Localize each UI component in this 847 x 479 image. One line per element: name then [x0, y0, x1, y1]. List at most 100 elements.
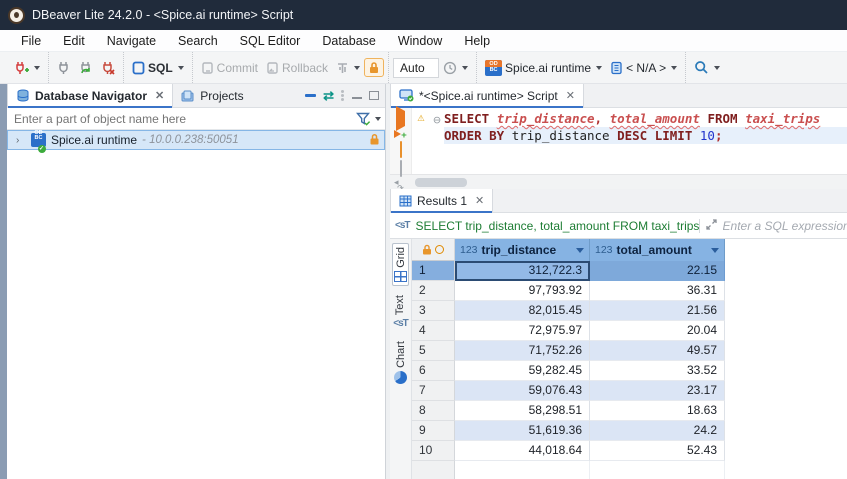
- fold-collapse-icon[interactable]: ⊖: [433, 112, 441, 127]
- menu-window[interactable]: Window: [387, 30, 453, 51]
- table-row[interactable]: 659,282.4533.52: [412, 361, 847, 381]
- expand-chevron-icon[interactable]: ›: [16, 135, 26, 146]
- disconnect-button[interactable]: [97, 58, 119, 78]
- cell-total_amount[interactable]: 36.31: [590, 281, 725, 301]
- object-filter-input[interactable]: [14, 112, 356, 126]
- close-icon[interactable]: ✕: [566, 89, 575, 102]
- column-menu-icon[interactable]: [711, 248, 719, 253]
- new-sql-editor-button[interactable]: SQL: [128, 58, 188, 78]
- sql-editor-icon: [132, 61, 145, 75]
- table-row[interactable]: 951,619.3624.2: [412, 421, 847, 441]
- filter-settings-button[interactable]: [356, 112, 381, 126]
- cell-total_amount[interactable]: 33.52: [590, 361, 725, 381]
- transaction-mode-button[interactable]: [332, 58, 364, 78]
- autocommit-combo[interactable]: Auto: [393, 58, 439, 78]
- menu-file[interactable]: File: [10, 30, 52, 51]
- close-icon[interactable]: ✕: [475, 194, 484, 207]
- cell-trip_distance[interactable]: 71,752.26: [455, 341, 590, 361]
- numeric-type-icon: 123: [460, 244, 478, 256]
- cell-total_amount[interactable]: 20.04: [590, 321, 725, 341]
- row-number[interactable]: 9: [412, 421, 455, 441]
- connection-tree-item[interactable]: › ODBC✓ Spice.ai runtime - 10.0.0.238:50…: [7, 130, 385, 150]
- cell-trip_distance[interactable]: 59,076.43: [455, 381, 590, 401]
- sql-editor[interactable]: + ↷ ⚠ ⊖ SELECT trip_distance, total_amou…: [390, 108, 847, 174]
- search-button[interactable]: [690, 57, 724, 78]
- row-number[interactable]: 2: [412, 281, 455, 301]
- row-number[interactable]: 8: [412, 401, 455, 421]
- collapse-all-icon[interactable]: [305, 94, 316, 97]
- cell-total_amount[interactable]: 24.2: [590, 421, 725, 441]
- row-number[interactable]: 4: [412, 321, 455, 341]
- view-tab-grid[interactable]: Grid: [392, 243, 409, 286]
- row-number[interactable]: 5: [412, 341, 455, 361]
- table-row[interactable]: 382,015.4521.56: [412, 301, 847, 321]
- row-number[interactable]: 7: [412, 381, 455, 401]
- cell-total_amount[interactable]: 52.43: [590, 441, 725, 461]
- cell-total_amount[interactable]: 23.17: [590, 381, 725, 401]
- minimize-view-icon[interactable]: [352, 92, 362, 99]
- execute-script-button[interactable]: [400, 142, 402, 157]
- new-connection-button[interactable]: [10, 57, 44, 78]
- cell-trip_distance[interactable]: 82,015.45: [455, 301, 590, 321]
- cell-trip_distance[interactable]: 72,975.97: [455, 321, 590, 341]
- column-header-trip-distance[interactable]: 123 trip_distance: [455, 239, 590, 261]
- connection-readonly-toggle[interactable]: [364, 58, 384, 77]
- cell-total_amount[interactable]: 18.63: [590, 401, 725, 421]
- editor-horizontal-scrollbar[interactable]: ◂: [390, 174, 847, 189]
- tab-projects[interactable]: Projects: [173, 84, 251, 107]
- table-row[interactable]: 571,752.2649.57: [412, 341, 847, 361]
- view-tab-text[interactable]: Text <sT: [392, 292, 409, 332]
- connect-button[interactable]: [53, 58, 75, 78]
- rollback-button[interactable]: Rollback: [262, 58, 332, 78]
- cell-trip_distance[interactable]: 59,282.45: [455, 361, 590, 381]
- row-number[interactable]: 6: [412, 361, 455, 381]
- close-icon[interactable]: ✕: [155, 89, 164, 102]
- row-number[interactable]: 10: [412, 441, 455, 461]
- view-menu-icon[interactable]: [341, 89, 345, 102]
- results-grid[interactable]: 123 trip_distance 123 total_amount 1312,…: [412, 239, 847, 479]
- menu-sql-editor[interactable]: SQL Editor: [229, 30, 312, 51]
- tab-sql-script[interactable]: *<Spice.ai runtime> Script ✕: [390, 84, 584, 107]
- cell-trip_distance[interactable]: 51,619.36: [455, 421, 590, 441]
- transaction-history-button[interactable]: [439, 58, 472, 78]
- grid-corner-cell[interactable]: [412, 239, 455, 261]
- row-number[interactable]: 3: [412, 301, 455, 321]
- table-row[interactable]: 759,076.4323.17: [412, 381, 847, 401]
- menu-search[interactable]: Search: [167, 30, 229, 51]
- view-tab-chart[interactable]: Chart: [393, 338, 408, 387]
- reconnect-button[interactable]: [75, 58, 97, 78]
- active-connection-selector[interactable]: ODBC Spice.ai runtime: [481, 57, 606, 79]
- cell-trip_distance[interactable]: 97,793.92: [455, 281, 590, 301]
- execute-script-alt-button[interactable]: [400, 161, 402, 176]
- active-schema-selector[interactable]: < N/A >: [606, 58, 681, 78]
- menu-help[interactable]: Help: [453, 30, 501, 51]
- table-row[interactable]: 1044,018.6452.43: [412, 441, 847, 461]
- editor-code-area[interactable]: SELECT trip_distance, total_amount FROM …: [444, 108, 847, 174]
- cell-trip_distance[interactable]: 312,722.3: [455, 261, 590, 281]
- table-row[interactable]: 297,793.9236.31: [412, 281, 847, 301]
- tab-results-1[interactable]: Results 1 ✕: [390, 189, 493, 212]
- sql-expression-input[interactable]: Enter a SQL expression to: [723, 219, 847, 233]
- tab-database-navigator[interactable]: Database Navigator ✕: [7, 84, 173, 107]
- link-editor-icon[interactable]: ⇄: [323, 88, 334, 104]
- execute-new-tab-button[interactable]: +: [394, 130, 406, 138]
- column-menu-icon[interactable]: [576, 248, 584, 253]
- cell-trip_distance[interactable]: 44,018.64: [455, 441, 590, 461]
- execute-statement-button[interactable]: [396, 111, 405, 126]
- cell-total_amount[interactable]: 22.15: [590, 261, 725, 281]
- commit-button[interactable]: Commit: [197, 58, 262, 78]
- expand-filter-button[interactable]: [700, 218, 723, 234]
- table-row[interactable]: 858,298.5118.63: [412, 401, 847, 421]
- cell-total_amount[interactable]: 21.56: [590, 301, 725, 321]
- table-row[interactable]: 472,975.9720.04: [412, 321, 847, 341]
- maximize-view-icon[interactable]: [369, 91, 379, 100]
- menu-navigate[interactable]: Navigate: [96, 30, 167, 51]
- cell-trip_distance[interactable]: 58,298.51: [455, 401, 590, 421]
- scrollbar-thumb[interactable]: [415, 178, 467, 187]
- cell-total_amount[interactable]: 49.57: [590, 341, 725, 361]
- menu-edit[interactable]: Edit: [52, 30, 96, 51]
- table-row[interactable]: 1312,722.322.15: [412, 261, 847, 281]
- menu-database[interactable]: Database: [311, 30, 387, 51]
- row-number[interactable]: 1: [412, 261, 455, 281]
- column-header-total-amount[interactable]: 123 total_amount: [590, 239, 725, 261]
